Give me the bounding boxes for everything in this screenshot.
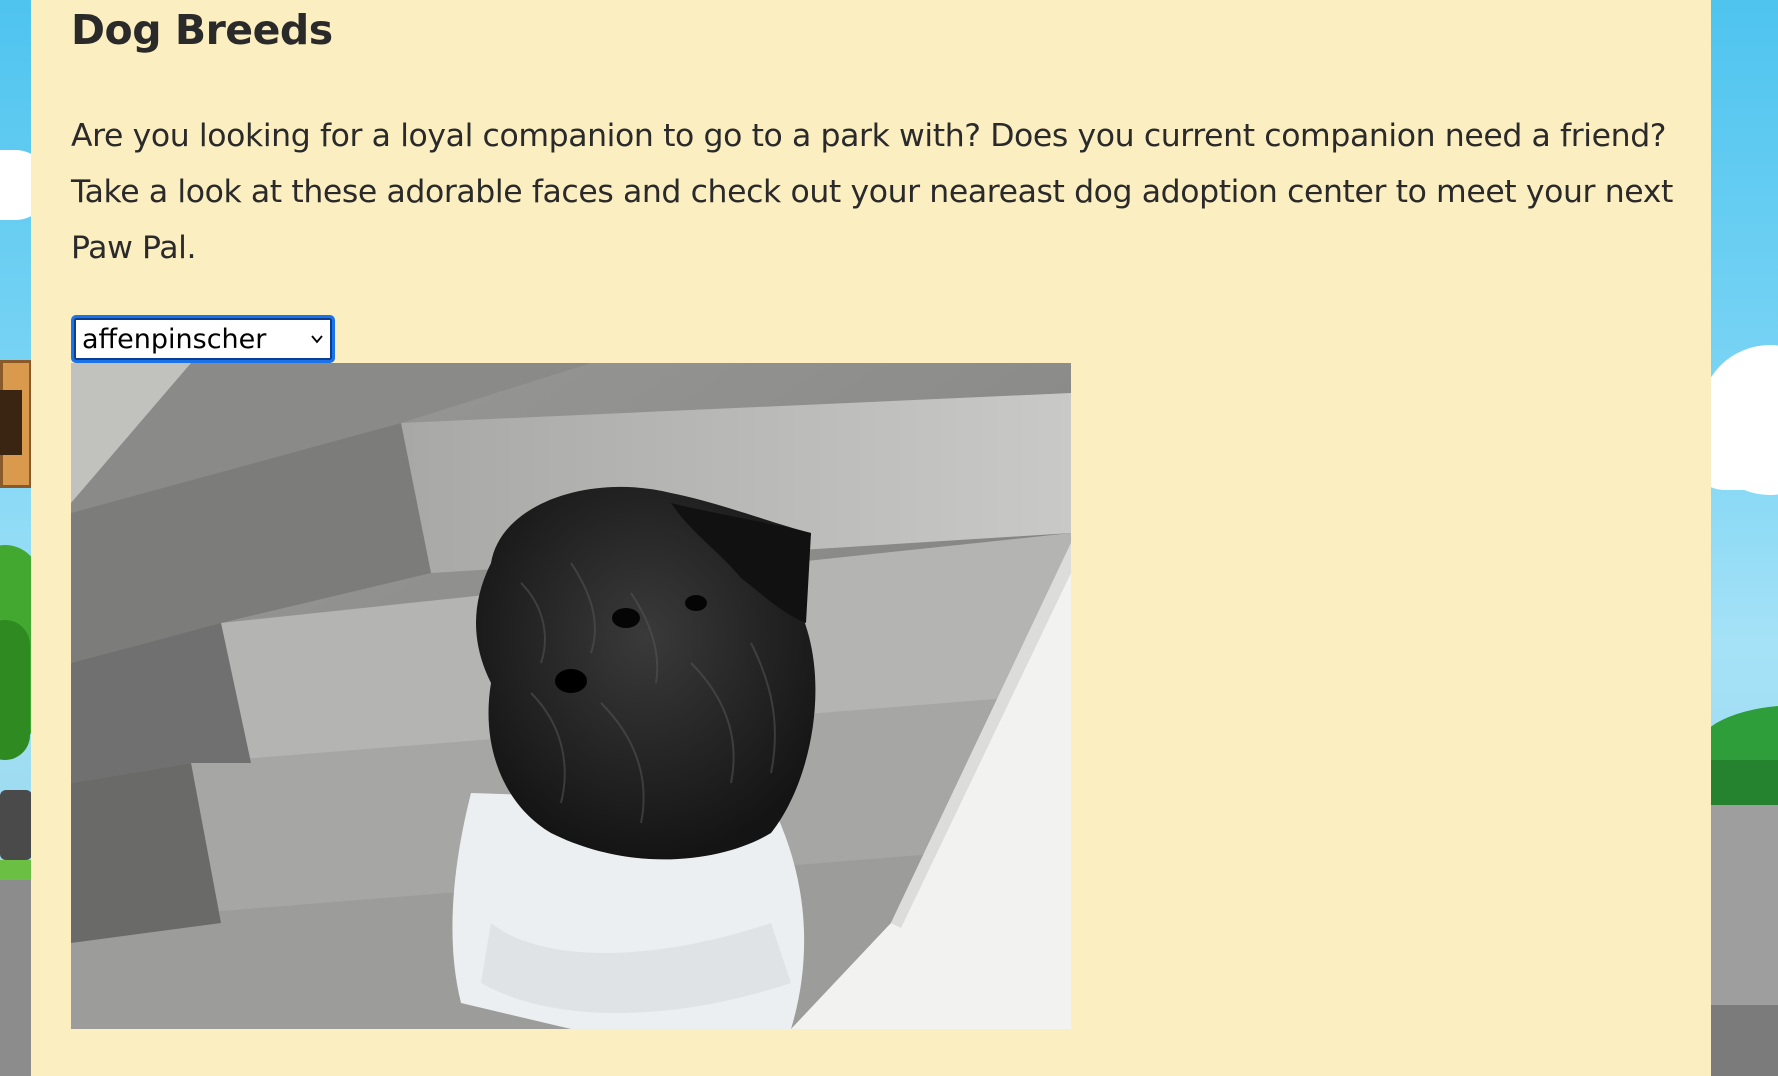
content-panel: Dog Breeds Are you looking for a loyal c… [31,0,1711,1076]
trash-can [0,790,32,860]
wooden-sign-panel [0,390,22,455]
bush-left-shadow [0,620,30,760]
chevron-down-icon [311,335,323,344]
page-title: Dog Breeds [71,6,333,54]
ground-right-shadow [1700,1005,1778,1076]
intro-paragraph: Are you looking for a loyal companion to… [71,118,1673,266]
breed-select[interactable]: affenpinscher [71,315,335,363]
dog-photo [71,363,1071,1029]
breed-select-value: affenpinscher [82,323,267,355]
